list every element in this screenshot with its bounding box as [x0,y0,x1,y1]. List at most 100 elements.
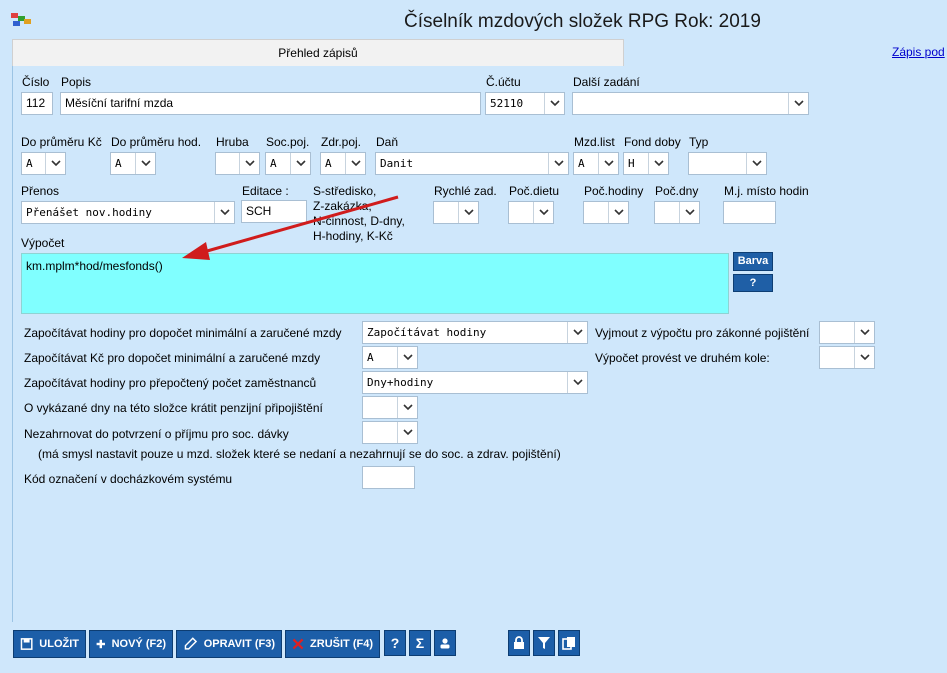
edit-icon [184,637,198,650]
chevron-down-icon[interactable] [345,153,365,174]
chevron-down-icon[interactable] [788,93,808,114]
main-panel [12,66,947,622]
user-button[interactable] [434,630,456,656]
save-icon [20,638,33,650]
prumer-kc-select[interactable]: A [21,152,66,175]
zdr-poj-label: Zdr.poj. [321,135,362,149]
plus-icon [96,639,105,649]
prumer-hod-label: Do průměru hod. [111,135,202,149]
chevron-down-icon[interactable] [239,153,259,174]
hruba-label: Hruba [216,135,249,149]
fond-doby-value: H [628,157,635,170]
chevron-down-icon[interactable] [533,202,553,223]
typ-select[interactable] [688,152,767,175]
chevron-down-icon[interactable] [608,202,628,223]
zapocitavat-prepocet-value: Dny+hodiny [367,376,434,389]
mzd-list-value: A [578,157,585,170]
chevron-down-icon[interactable] [397,422,417,443]
chevron-down-icon[interactable] [397,397,417,418]
zapocitavat-kc-min-value: A [367,351,374,364]
zapocitavat-hod-min-value: Započítávat hodiny [367,326,487,339]
help-button[interactable]: ? [384,630,406,656]
new-label: NOVÝ (F2) [111,638,166,650]
lock-icon [514,636,524,649]
zapocitavat-kc-min-select[interactable]: A [362,346,418,369]
vyjmout-select[interactable] [819,321,875,344]
fond-doby-select[interactable]: H [623,152,669,175]
cislo-field[interactable]: 112 [21,92,53,115]
penzijni-select[interactable] [362,396,418,419]
lock-button[interactable] [508,630,530,656]
cancel-label: ZRUŠIT (F4) [310,638,373,650]
mzd-list-select[interactable]: A [573,152,619,175]
sum-button[interactable]: Σ [409,630,431,656]
vypocet-help-button[interactable]: ? [733,274,773,292]
chevron-down-icon[interactable] [746,153,766,174]
chevron-down-icon[interactable] [45,153,65,174]
filter-button[interactable] [533,630,555,656]
prumer-kc-label: Do průměru Kč [21,135,102,149]
soc-poj-label: Soc.poj. [266,135,310,149]
mj-field[interactable] [723,201,776,224]
poc-dny-label: Poč.dny [655,184,699,198]
chevron-down-icon[interactable] [679,202,699,223]
chevron-down-icon[interactable] [290,153,310,174]
poc-dny-select[interactable] [654,201,700,224]
zapocitavat-prepocet-select[interactable]: Dny+hodiny [362,371,588,394]
nezahrnovat-select[interactable] [362,421,418,444]
popis-field[interactable]: Měsíční tarifní mzda [60,92,481,115]
zapocitavat-prepocet-label: Započítávat hodiny pro přepočtený počet … [24,376,317,390]
ucet-select[interactable]: 52110 [485,92,565,115]
chevron-down-icon[interactable] [397,347,417,368]
app-icon [11,13,31,26]
edit-button[interactable]: OPRAVIT (F3) [176,630,282,658]
rychle-zad-label: Rychlé zad. [434,184,497,198]
soc-poj-select[interactable]: A [265,152,311,175]
zapocitavat-kc-min-label: Započítávat Kč pro dopočet minimální a z… [24,351,321,365]
dalsi-zadani-select[interactable] [572,92,809,115]
soc-poj-value: A [270,157,277,170]
dan-label: Daň [376,135,399,149]
chevron-down-icon[interactable] [854,322,874,343]
chevron-down-icon[interactable] [854,347,874,368]
chevron-down-icon[interactable] [567,372,587,393]
ucet-value: 52110 [490,97,524,110]
prenos-value: Přenášet nov.hodiny [26,206,152,219]
druhe-kolo-select[interactable] [819,346,875,369]
mj-label: M.j. místo hodin [724,184,809,198]
barva-button[interactable]: Barva [733,252,773,271]
hruba-select[interactable] [215,152,260,175]
fond-doby-label: Fond doby [624,135,681,149]
zapocitavat-hod-min-select[interactable]: Započítávat hodiny [362,321,588,344]
rychle-zad-select[interactable] [433,201,479,224]
cancel-button[interactable]: ZRUŠIT (F4) [285,630,380,658]
chevron-down-icon[interactable] [135,153,155,174]
tab-zapis-link[interactable]: Zápis pod [892,45,945,59]
dan-select[interactable]: Danit [375,152,569,175]
zdr-poj-select[interactable]: A [320,152,366,175]
nezahrnovat-label: Nezahrnovat do potvrzení o příjmu pro so… [24,427,289,441]
mzd-list-label: Mzd.list [574,135,615,149]
poc-dietu-select[interactable] [508,201,554,224]
copy-button[interactable] [558,630,580,656]
save-button[interactable]: ULOŽIT [13,630,86,658]
chevron-down-icon[interactable] [598,153,618,174]
chevron-down-icon[interactable] [567,322,587,343]
filter-icon [538,637,550,649]
chevron-down-icon[interactable] [544,93,564,114]
annotation-arrow-icon [182,195,399,260]
ucet-label: Č.účtu [486,75,521,89]
poc-hodiny-select[interactable] [583,201,629,224]
kod-label: Kód označení v docházkovém systému [24,472,233,486]
cislo-label: Číslo [22,75,50,89]
prumer-hod-select[interactable]: A [110,152,156,175]
chevron-down-icon[interactable] [648,153,668,174]
zapocitavat-hod-min-label: Započítávat hodiny pro dopočet minimální… [24,326,342,340]
chevron-down-icon[interactable] [458,202,478,223]
zdr-poj-value: A [325,157,332,170]
new-button[interactable]: NOVÝ (F2) [89,630,173,658]
chevron-down-icon[interactable] [548,153,568,174]
kod-field[interactable] [362,466,415,489]
tab-prehled-zapisu[interactable]: Přehled zápisů [12,39,624,66]
bottom-toolbar: ULOŽIT NOVÝ (F2) OPRAVIT (F3) ZRUŠIT (F4… [0,628,947,660]
